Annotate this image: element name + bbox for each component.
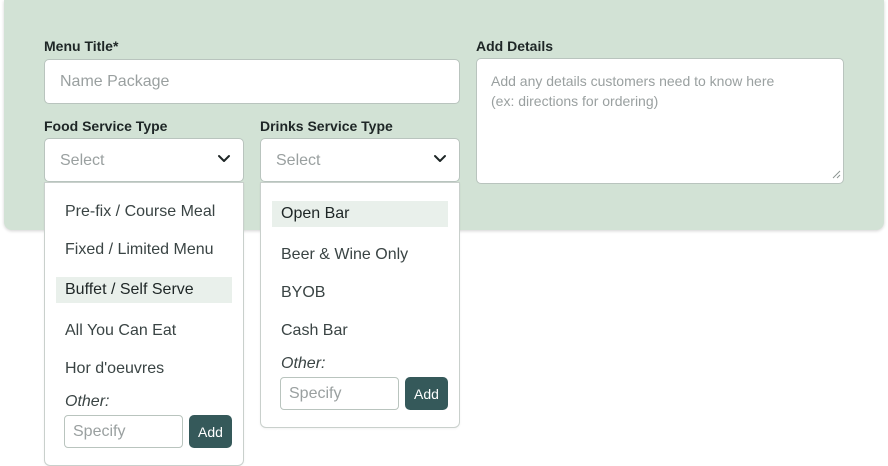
drinks-option-open-bar[interactable]: Open Bar	[272, 201, 448, 227]
food-service-dropdown: Pre-fix / Course Meal Fixed / Limited Me…	[44, 182, 244, 466]
chevron-down-icon	[218, 155, 230, 162]
drinks-service-label: Drinks Service Type	[260, 118, 393, 134]
food-select-value: Select	[60, 152, 105, 169]
food-add-button[interactable]: Add	[189, 415, 232, 448]
food-option-fixed[interactable]: Fixed / Limited Menu	[56, 237, 232, 263]
drinks-other-input[interactable]	[280, 377, 399, 410]
add-details-textarea[interactable]	[476, 58, 844, 184]
chevron-down-icon	[434, 155, 446, 162]
food-option-hor-doeuvres[interactable]: Hor d'oeuvres	[56, 356, 232, 382]
food-service-select[interactable]: Select	[44, 138, 244, 182]
menu-title-input[interactable]	[44, 59, 460, 104]
food-other-input[interactable]	[64, 415, 183, 448]
drinks-other-label: Other:	[281, 355, 326, 372]
resize-grip-icon[interactable]	[831, 169, 841, 179]
food-option-prefix[interactable]: Pre-fix / Course Meal	[56, 199, 232, 225]
food-option-buffet[interactable]: Buffet / Self Serve	[56, 277, 232, 303]
menu-title-label: Menu Title*	[44, 38, 119, 54]
food-option-all-you-can-eat[interactable]: All You Can Eat	[56, 318, 232, 344]
add-details-label: Add Details	[476, 38, 554, 54]
drinks-add-button[interactable]: Add	[405, 377, 448, 410]
drinks-select-value: Select	[276, 152, 321, 169]
food-other-label: Other:	[65, 393, 110, 410]
drinks-option-cash-bar[interactable]: Cash Bar	[272, 318, 448, 344]
drinks-option-beer-wine[interactable]: Beer & Wine Only	[272, 242, 448, 268]
food-service-label: Food Service Type	[44, 118, 168, 134]
drinks-option-byob[interactable]: BYOB	[272, 280, 448, 306]
drinks-service-dropdown: Open Bar Beer & Wine Only BYOB Cash Bar …	[260, 182, 460, 428]
drinks-service-select[interactable]: Select	[260, 138, 460, 182]
